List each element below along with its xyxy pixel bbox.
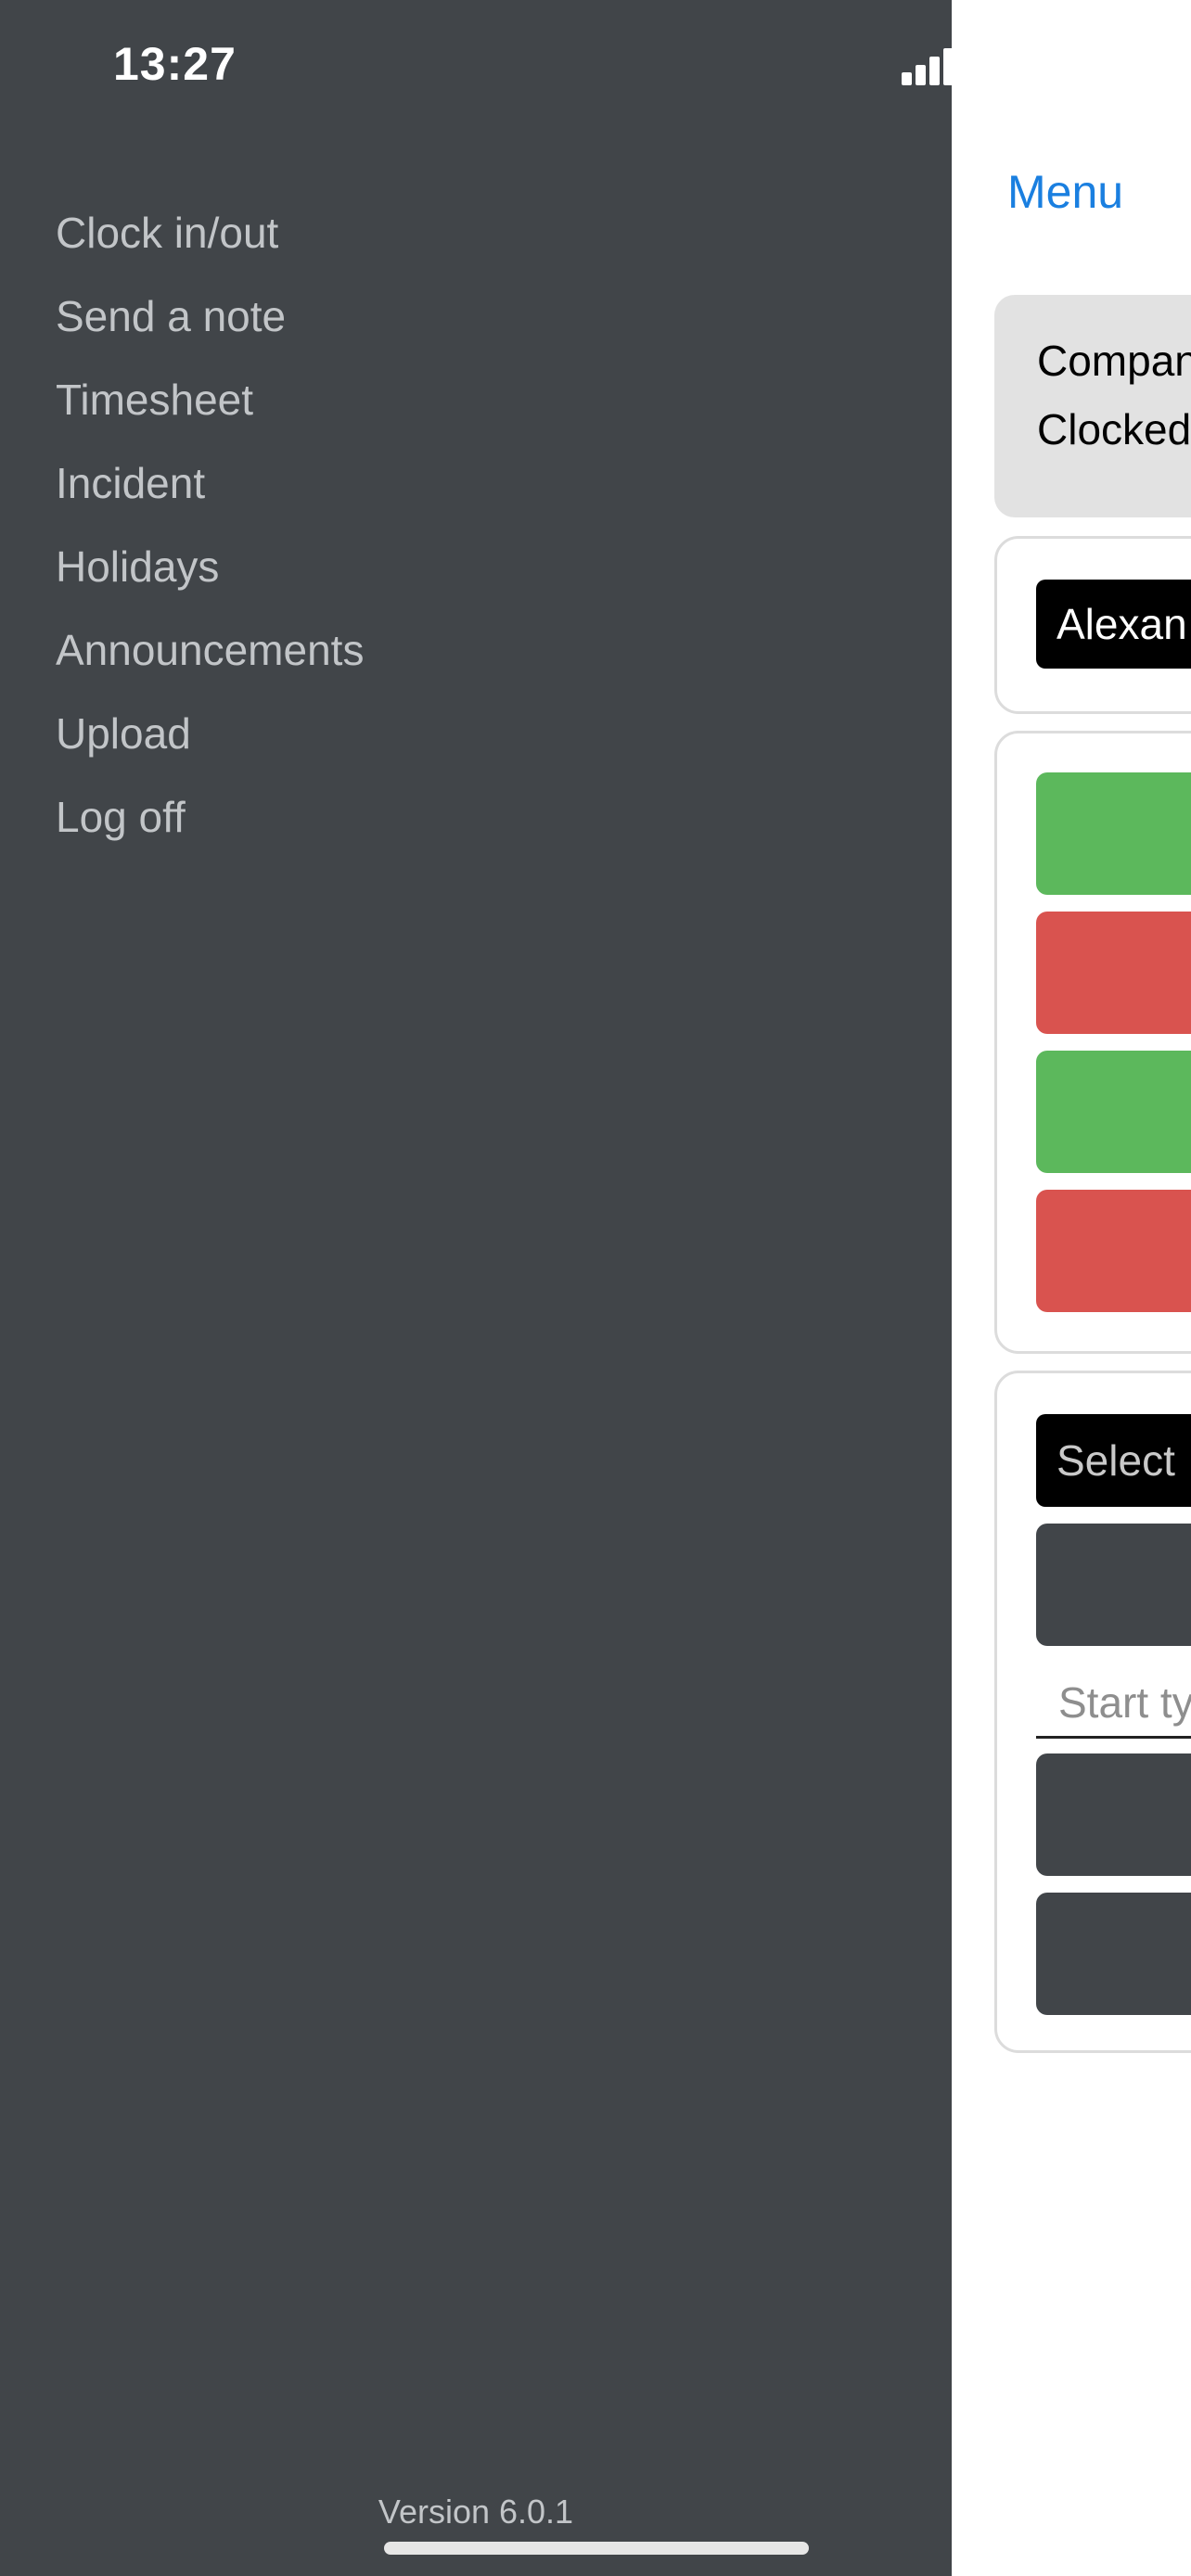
job-selection-card: Select: [994, 1371, 1191, 2053]
drawer-item-upload[interactable]: Upload: [56, 705, 364, 788]
start-break-button[interactable]: [1036, 1051, 1191, 1173]
employee-name-field[interactable]: Alexan: [1036, 580, 1191, 669]
status-bar-time: 13:27: [113, 38, 237, 90]
clock-out-button[interactable]: [1036, 912, 1191, 1034]
end-break-button[interactable]: [1036, 1190, 1191, 1312]
dark-action-button-2[interactable]: [1036, 1753, 1191, 1876]
search-input[interactable]: [1036, 1668, 1191, 1739]
clock-in-button[interactable]: [1036, 772, 1191, 895]
drawer-item-announcements[interactable]: Announcements: [56, 621, 364, 705]
drawer-item-incident[interactable]: Incident: [56, 454, 364, 538]
drawer-item-send-a-note[interactable]: Send a note: [56, 287, 364, 371]
dark-action-button-3[interactable]: [1036, 1893, 1191, 2015]
drawer-item-timesheet[interactable]: Timesheet: [56, 371, 364, 454]
main-content: Menu Compan Clocked Alexan Select: [952, 0, 1191, 2576]
drawer-item-holidays[interactable]: Holidays: [56, 538, 364, 621]
drawer-menu: Clock in/out Send a note Timesheet Incid…: [56, 204, 364, 872]
status-info-card: Compan Clocked: [994, 295, 1191, 517]
drawer-item-clock-in-out[interactable]: Clock in/out: [56, 204, 364, 287]
company-label: Compan: [1037, 337, 1191, 385]
clock-actions-card: [994, 731, 1191, 1354]
app-version-label: Version 6.0.1: [378, 2493, 574, 2531]
cellular-signal-icon: [902, 48, 952, 85]
menu-button[interactable]: Menu: [1007, 165, 1123, 219]
employee-card: Alexan: [994, 536, 1191, 714]
drawer-item-log-off[interactable]: Log off: [56, 788, 364, 872]
clocked-status-label: Clocked: [1037, 405, 1191, 453]
dark-action-button-1[interactable]: [1036, 1524, 1191, 1646]
select-dropdown[interactable]: Select: [1036, 1414, 1191, 1507]
home-indicator: [384, 2542, 809, 2555]
navigation-drawer: 13:27 Clock in/out Send a note Timesheet…: [0, 0, 952, 2576]
